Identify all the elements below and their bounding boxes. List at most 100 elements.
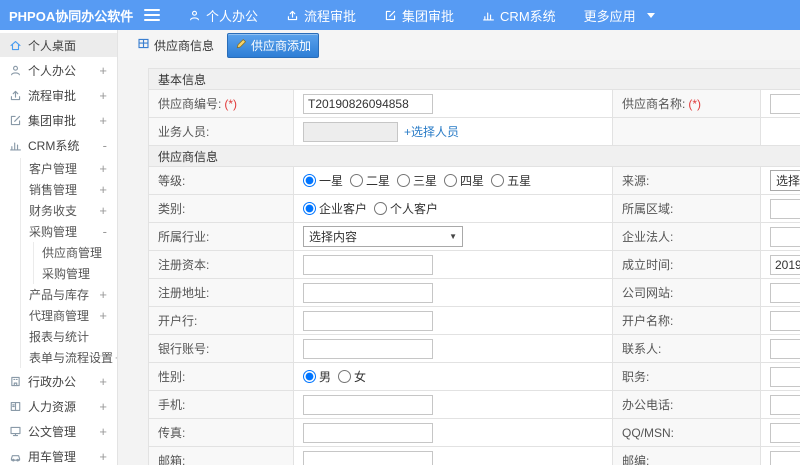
sidebar-item[interactable]: 行政办公 + xyxy=(0,369,117,393)
topbar-nav-item[interactable]: 集团审批 xyxy=(384,6,454,25)
share-icon xyxy=(286,9,299,22)
radio-input[interactable] xyxy=(397,174,411,187)
sidebar-item[interactable]: 采购管理 - xyxy=(21,221,117,242)
sidebar-item[interactable]: 用车管理 + xyxy=(0,444,117,465)
menu-toggle-icon[interactable] xyxy=(144,9,160,21)
radio-option[interactable]: 五星 xyxy=(491,174,531,188)
field-input[interactable] xyxy=(770,254,800,275)
expand-icon: + xyxy=(99,398,107,414)
sidebar-item-label: 表单与流程设置 xyxy=(29,351,114,365)
radio-option[interactable]: 男 xyxy=(303,370,331,384)
select-dropdown[interactable]: 选择内容 xyxy=(303,226,463,247)
sidebar-item[interactable]: 客户管理 + xyxy=(21,158,117,179)
field-cell: 选择内容 xyxy=(293,222,613,251)
field-cell: +选择人员 xyxy=(293,117,613,146)
radio-input[interactable] xyxy=(350,174,364,187)
radio-option[interactable]: 女 xyxy=(338,370,366,384)
tab-item[interactable]: 供应商信息 xyxy=(130,34,221,57)
form-row: 业务人员: +选择人员 xyxy=(148,117,800,146)
topbar-nav-item[interactable]: 个人办公 xyxy=(188,6,258,25)
sidebar-item-label: CRM系统 xyxy=(28,138,80,153)
field-input[interactable] xyxy=(770,198,800,219)
field-input[interactable] xyxy=(770,338,800,359)
field-input[interactable] xyxy=(770,310,800,331)
sidebar-item[interactable]: CRM系统 - xyxy=(0,133,117,157)
field-input[interactable] xyxy=(770,394,800,415)
radio-option[interactable]: 个人客户 xyxy=(374,202,438,216)
sidebar-item[interactable]: 个人办公 + xyxy=(0,58,117,82)
tab-active[interactable]: 供应商添加 xyxy=(227,32,320,58)
field-input[interactable] xyxy=(770,93,800,114)
field-input[interactable] xyxy=(303,254,433,275)
field-input[interactable] xyxy=(770,226,800,247)
field-input[interactable] xyxy=(770,282,800,303)
field-label: 邮编: xyxy=(622,454,650,465)
radio-option[interactable]: 三星 xyxy=(397,174,437,188)
radio-option[interactable]: 企业客户 xyxy=(303,202,367,216)
topbar-nav-item[interactable]: 流程审批 xyxy=(286,6,356,25)
sidebar-item[interactable]: 表单与流程设置+ xyxy=(21,347,117,368)
radio-input[interactable] xyxy=(303,370,316,383)
radio-input[interactable] xyxy=(444,174,458,187)
radio-input[interactable] xyxy=(374,202,388,215)
radio-input[interactable] xyxy=(303,202,316,215)
expand-icon: + xyxy=(99,112,107,128)
field-input[interactable] xyxy=(770,366,800,387)
field-label: 手机: xyxy=(158,398,186,412)
choose-person-link[interactable]: +选择人员 xyxy=(404,125,459,139)
radio-option[interactable]: 四星 xyxy=(444,174,484,188)
radio-input[interactable] xyxy=(491,174,505,187)
sidebar-item[interactable]: 采购管理 xyxy=(34,263,117,284)
field-input[interactable] xyxy=(303,121,398,142)
field-cell xyxy=(759,194,800,223)
field-cell xyxy=(759,334,800,363)
sidebar-item[interactable]: 报表与统计 xyxy=(21,326,117,347)
topbar-nav-item[interactable]: 更多应用 xyxy=(584,6,655,25)
sidebar-item[interactable]: 销售管理 + xyxy=(21,179,117,200)
sidebar-item[interactable]: 公文管理 + xyxy=(0,419,117,443)
sidebar-item[interactable]: 供应商管理 xyxy=(34,242,117,263)
field-label-cell: 供应商编号: (*) xyxy=(148,89,294,118)
field-cell xyxy=(759,306,800,335)
sidebar-item[interactable]: 产品与库存 + xyxy=(21,284,117,305)
topbar-nav-item[interactable]: CRM系统 xyxy=(482,6,556,25)
pencil-icon xyxy=(235,38,247,53)
field-input[interactable] xyxy=(770,450,800,465)
sidebar-item[interactable]: 流程审批 + xyxy=(0,83,117,107)
expand-icon: + xyxy=(99,87,107,103)
field-input[interactable] xyxy=(303,394,433,415)
sidebar-item-label: 集团审批 xyxy=(28,113,77,128)
field-input[interactable] xyxy=(303,338,433,359)
sidebar-item[interactable]: 集团审批 + xyxy=(0,108,117,132)
expand-icon: + xyxy=(99,373,107,389)
field-input[interactable] xyxy=(303,93,433,114)
sidebar-item-label: 用车管理 xyxy=(28,449,77,464)
field-cell xyxy=(759,222,800,251)
chart-icon xyxy=(9,139,22,152)
radio-input[interactable] xyxy=(303,174,316,187)
sidebar-item-label: 采购管理 xyxy=(29,225,78,239)
radio-option[interactable]: 二星 xyxy=(350,174,390,188)
expand-icon: + xyxy=(99,62,107,78)
section-title: 供应商信息 xyxy=(147,145,800,167)
field-label-cell: 性别: xyxy=(148,362,294,391)
car-icon xyxy=(9,450,22,463)
sidebar-subtree: 客户管理 + 销售管理 + 财务收支 + 采购管理 - 供应商管理 采购管理 产品与库存 + 代理商管理… xyxy=(20,158,117,368)
field-input[interactable] xyxy=(303,422,433,443)
radio-option[interactable]: 一星 xyxy=(303,174,343,188)
field-label-cell: 传真: xyxy=(148,418,294,447)
field-cell xyxy=(293,446,613,465)
sidebar-item[interactable]: 财务收支 + xyxy=(21,200,117,221)
radio-input[interactable] xyxy=(338,370,352,383)
sidebar-item[interactable]: 代理商管理 + xyxy=(21,305,117,326)
field-input[interactable] xyxy=(303,450,433,465)
field-label-cell: 供应商名称: (*) xyxy=(612,89,761,118)
field-input[interactable] xyxy=(770,422,800,443)
field-input[interactable] xyxy=(303,310,433,331)
sidebar-item[interactable]: 人力资源 + xyxy=(0,394,117,418)
field-cell xyxy=(759,418,800,447)
select-dropdown[interactable]: 选择内容 xyxy=(770,170,800,191)
sidebar-item-label: 产品与库存 xyxy=(29,288,90,302)
sidebar-item[interactable]: 个人桌面 xyxy=(0,33,117,57)
field-input[interactable] xyxy=(303,282,433,303)
